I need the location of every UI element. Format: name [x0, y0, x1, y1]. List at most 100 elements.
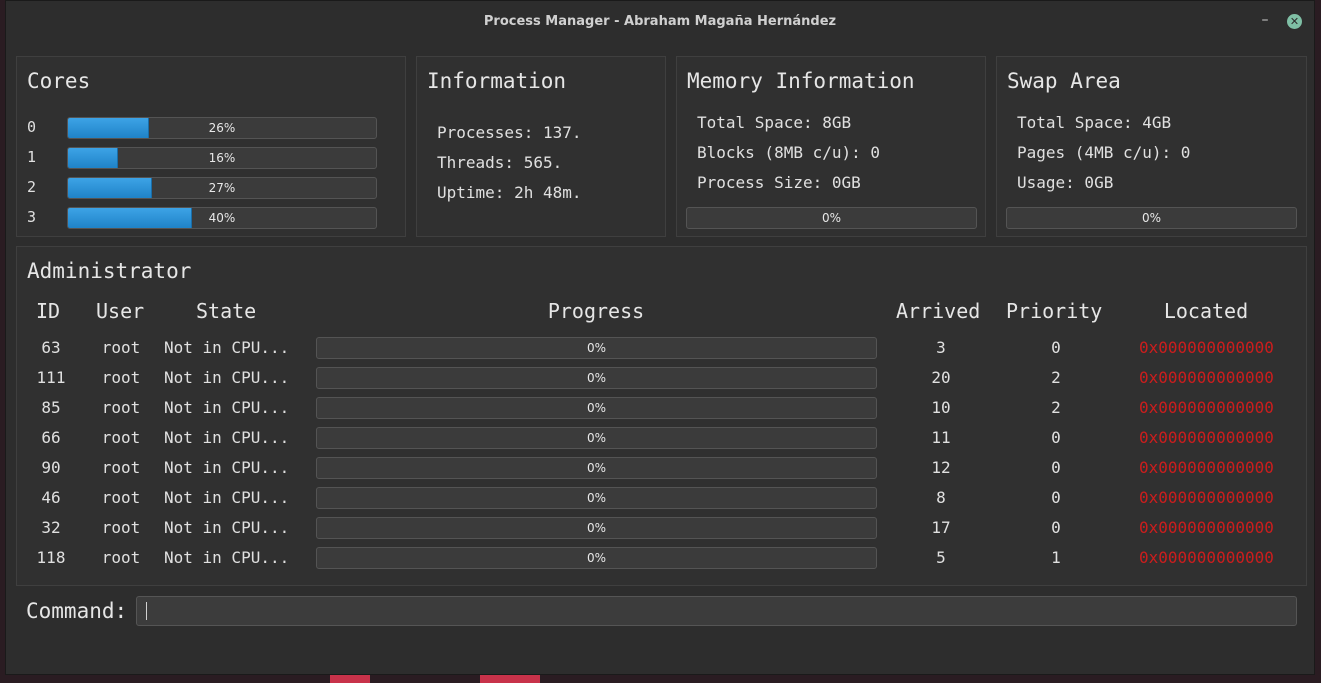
- app-window: Process Manager - Abraham Magaña Hernánd…: [5, 0, 1315, 675]
- process-priority: 0: [1051, 488, 1061, 507]
- core-usage-text: 27%: [208, 181, 236, 195]
- uptime-value: Uptime: 2h 48m.: [437, 183, 582, 202]
- swap-pages: Pages (4MB c/u): 0: [1017, 143, 1191, 162]
- text-cursor: [146, 602, 147, 620]
- process-progress-bar: 0%: [316, 487, 877, 509]
- memory-total: Total Space: 8GB: [697, 113, 852, 132]
- process-id: 46: [41, 488, 61, 507]
- threads-count: Threads: 565.: [437, 153, 563, 172]
- memory-blocks: Blocks (8MB c/u): 0: [697, 143, 881, 162]
- core-usage-text: 40%: [208, 211, 236, 225]
- memory-title: Memory Information: [687, 69, 915, 93]
- process-progress-bar: 0%: [316, 337, 877, 359]
- process-user: root: [101, 548, 141, 567]
- process-state: Not in CPU...: [164, 368, 290, 387]
- process-arrived: 3: [936, 338, 946, 357]
- process-priority: 2: [1051, 368, 1061, 387]
- process-id: 32: [41, 518, 61, 537]
- process-progress-text: 0%: [586, 401, 607, 415]
- column-header-progress: Progress: [547, 299, 645, 323]
- core-label: 0: [27, 118, 37, 136]
- swap-panel: Swap Area Total Space: 4GB Pages (4MB c/…: [996, 56, 1307, 237]
- process-progress-bar: 0%: [316, 547, 877, 569]
- process-id: 85: [41, 398, 61, 417]
- process-arrived: 8: [936, 488, 946, 507]
- process-priority: 0: [1051, 338, 1061, 357]
- column-header-priority: Priority: [1006, 299, 1103, 323]
- process-location: 0x000000000000: [1139, 428, 1274, 447]
- core-usage-text: 26%: [208, 121, 236, 135]
- process-id: 63: [41, 338, 61, 357]
- process-progress-bar: 0%: [316, 457, 877, 479]
- information-title: Information: [427, 69, 567, 93]
- process-state: Not in CPU...: [164, 338, 290, 357]
- process-id: 118: [36, 548, 66, 567]
- process-progress-text: 0%: [586, 551, 607, 565]
- process-priority: 2: [1051, 398, 1061, 417]
- process-progress-text: 0%: [586, 371, 607, 385]
- process-progress-bar: 0%: [316, 397, 877, 419]
- swap-total: Total Space: 4GB: [1017, 113, 1172, 132]
- process-priority: 0: [1051, 518, 1061, 537]
- process-id: 90: [41, 458, 61, 477]
- process-location: 0x000000000000: [1139, 398, 1274, 417]
- minimize-icon[interactable]: –: [1258, 12, 1272, 28]
- process-state: Not in CPU...: [164, 488, 290, 507]
- process-user: root: [101, 338, 141, 357]
- core-label: 2: [27, 178, 37, 196]
- process-arrived: 5: [936, 548, 946, 567]
- core-label: 3: [27, 208, 37, 226]
- cores-title: Cores: [27, 69, 91, 93]
- column-header-state: State: [196, 299, 257, 323]
- command-label: Command:: [26, 599, 128, 623]
- swap-usage: Usage: 0GB: [1017, 173, 1114, 192]
- process-state: Not in CPU...: [164, 428, 290, 447]
- title-bar[interactable]: Process Manager - Abraham Magaña Hernánd…: [6, 1, 1314, 41]
- core-usage-bar: 40%: [67, 207, 377, 229]
- process-arrived: 12: [931, 458, 951, 477]
- process-progress-text: 0%: [586, 521, 607, 535]
- process-progress-bar: 0%: [316, 427, 877, 449]
- process-progress-text: 0%: [586, 341, 607, 355]
- memory-progress-text: 0%: [821, 211, 842, 225]
- swap-title: Swap Area: [1007, 69, 1121, 93]
- process-priority: 0: [1051, 428, 1061, 447]
- processes-count: Processes: 137.: [437, 123, 582, 142]
- process-progress-text: 0%: [586, 431, 607, 445]
- core-usage-bar: 27%: [67, 177, 377, 199]
- process-location: 0x000000000000: [1139, 518, 1274, 537]
- close-icon[interactable]: ✕: [1287, 14, 1302, 29]
- process-arrived: 11: [931, 428, 951, 447]
- core-label: 1: [27, 148, 37, 166]
- process-arrived: 20: [931, 368, 951, 387]
- column-header-user: User: [96, 299, 145, 323]
- core-usage-text: 16%: [208, 151, 236, 165]
- process-id: 111: [36, 368, 66, 387]
- memory-process-size: Process Size: 0GB: [697, 173, 861, 192]
- core-usage-bar: 16%: [67, 147, 377, 169]
- process-priority: 0: [1051, 458, 1061, 477]
- process-state: Not in CPU...: [164, 458, 290, 477]
- process-arrived: 17: [931, 518, 951, 537]
- memory-panel: Memory Information Total Space: 8GB Bloc…: [676, 56, 986, 237]
- process-progress-text: 0%: [586, 491, 607, 505]
- wallpaper-fragment: [330, 675, 370, 683]
- process-location: 0x000000000000: [1139, 488, 1274, 507]
- column-header-arrived: Arrived: [896, 299, 981, 323]
- process-id: 66: [41, 428, 61, 447]
- process-user: root: [101, 398, 141, 417]
- process-user: root: [101, 368, 141, 387]
- wallpaper-fragment: [480, 675, 540, 683]
- process-user: root: [101, 518, 141, 537]
- process-location: 0x000000000000: [1139, 368, 1274, 387]
- process-location: 0x000000000000: [1139, 548, 1274, 567]
- process-user: root: [101, 488, 141, 507]
- process-arrived: 10: [931, 398, 951, 417]
- memory-progress-bar: 0%: [686, 207, 977, 229]
- process-progress-text: 0%: [586, 461, 607, 475]
- process-state: Not in CPU...: [164, 398, 290, 417]
- process-location: 0x000000000000: [1139, 338, 1274, 357]
- process-progress-bar: 0%: [316, 367, 877, 389]
- core-usage-bar: 26%: [67, 117, 377, 139]
- command-input[interactable]: [136, 596, 1297, 626]
